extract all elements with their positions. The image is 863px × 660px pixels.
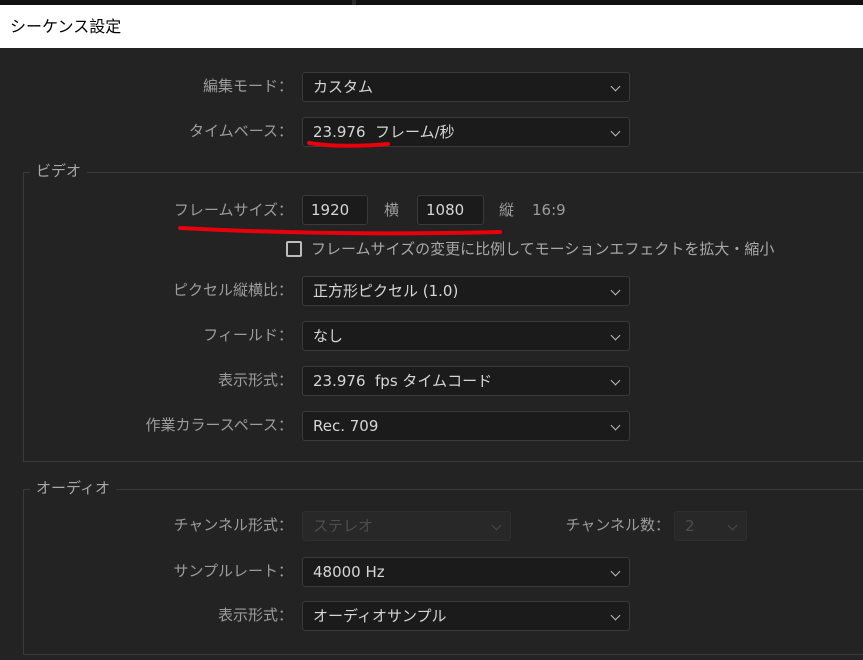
red-annotation-overlay xyxy=(178,141,502,236)
frame-size-underline-mark xyxy=(178,226,502,236)
timebase-underline-mark xyxy=(307,141,390,148)
